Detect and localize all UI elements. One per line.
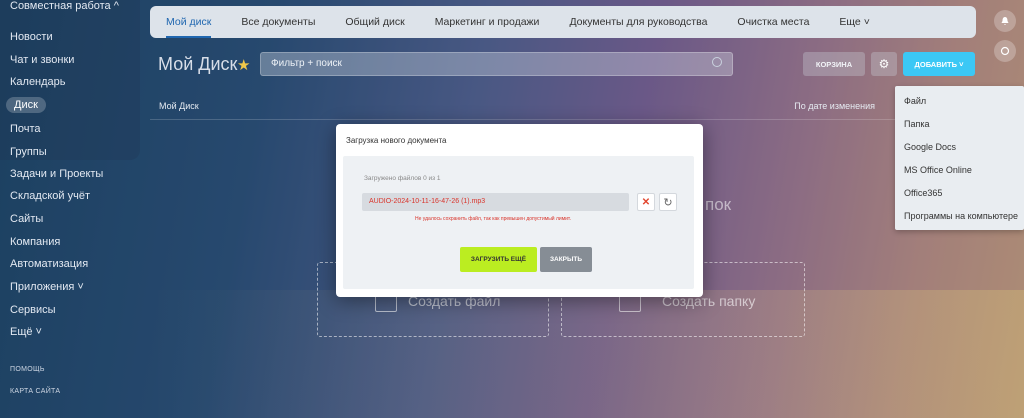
sidebar-item-disk[interactable]: Диск bbox=[6, 97, 46, 113]
dialog-body: Загружено файлов 0 из 1 AUDIO-2024-10-11… bbox=[343, 156, 694, 289]
menu-item-office365[interactable]: Office365 bbox=[904, 188, 942, 198]
sidebar-item-tasks[interactable]: Задачи и Проекты bbox=[6, 166, 107, 182]
sidebar-item-collaboration[interactable]: Совместная работа ^ bbox=[6, 0, 123, 14]
tab-management-docs[interactable]: Документы для руководства bbox=[569, 16, 707, 28]
close-button[interactable]: ЗАКРЫТЬ bbox=[540, 247, 592, 272]
add-dropdown-menu: Файл Папка Google Docs MS Office Online … bbox=[895, 86, 1024, 230]
filter-search-input[interactable]: Фильтр + поиск bbox=[260, 52, 733, 76]
tab-shared-disk[interactable]: Общий диск bbox=[345, 16, 404, 28]
upload-more-button[interactable]: ЗАГРУЗИТЬ ЕЩЁ bbox=[460, 247, 537, 272]
disk-tabs-bar: Мой диск Все документы Общий диск Маркет… bbox=[150, 6, 976, 38]
page-title: Мой Диск bbox=[158, 54, 238, 74]
retry-icon[interactable]: ↻ bbox=[659, 193, 677, 211]
dialog-title: Загрузка нового документа bbox=[346, 136, 447, 145]
bell-icon[interactable] bbox=[994, 10, 1016, 32]
sidebar-item-news[interactable]: Новости bbox=[6, 29, 57, 45]
sitemap-link[interactable]: КАРТА САЙТА bbox=[6, 386, 64, 397]
tab-all-documents[interactable]: Все документы bbox=[241, 16, 315, 28]
sort-by-date[interactable]: По дате изменения bbox=[794, 101, 875, 111]
tab-my-disk[interactable]: Мой диск bbox=[166, 16, 212, 38]
menu-item-google-docs[interactable]: Google Docs bbox=[904, 142, 956, 152]
sidebar-item-automation[interactable]: Автоматизация bbox=[6, 256, 92, 272]
file-name: AUDIO-2024-10-11-16-47-26 (1).mp3 bbox=[362, 193, 629, 211]
trash-button[interactable]: КОРЗИНА bbox=[803, 52, 865, 76]
tab-more[interactable]: Еще ˅ bbox=[839, 16, 869, 28]
file-row: AUDIO-2024-10-11-16-47-26 (1).mp3 ✕ ↻ bbox=[362, 193, 684, 215]
star-icon[interactable]: ★ bbox=[237, 56, 250, 74]
sidebar-item-mail[interactable]: Почта bbox=[6, 121, 45, 137]
search-icon[interactable] bbox=[712, 57, 722, 67]
sidebar-item-more[interactable]: Ещё ˅ bbox=[6, 324, 46, 340]
sidebar-item-groups[interactable]: Группы bbox=[6, 144, 51, 160]
add-button[interactable]: ДОБАВИТЬ ˅ bbox=[903, 52, 975, 76]
menu-item-ms-office-online[interactable]: MS Office Online bbox=[904, 165, 972, 175]
sidebar-item-inventory[interactable]: Складской учёт bbox=[6, 188, 94, 204]
menu-item-desktop-apps[interactable]: Программы на компьютере bbox=[904, 211, 1018, 221]
close-icon[interactable]: ✕ bbox=[637, 193, 655, 211]
upload-error: Не удалось сохранить файл, так как превы… bbox=[415, 216, 572, 222]
breadcrumb-row: Мой Диск По дате изменения bbox=[150, 94, 895, 120]
upload-dialog: Загрузка нового документа Загружено файл… bbox=[336, 124, 703, 297]
sidebar-item-services[interactable]: Сервисы bbox=[6, 302, 60, 318]
breadcrumb[interactable]: Мой Диск bbox=[159, 101, 199, 111]
sidebar-item-company[interactable]: Компания bbox=[6, 234, 64, 250]
empty-state-text: пок bbox=[705, 195, 732, 214]
sidebar-item-calendar[interactable]: Календарь bbox=[6, 74, 70, 90]
filter-placeholder: Фильтр + поиск bbox=[271, 58, 342, 69]
left-sidebar: Совместная работа ^ Новости Чат и звонки… bbox=[0, 0, 150, 418]
menu-item-folder[interactable]: Папка bbox=[904, 119, 930, 129]
tab-marketing[interactable]: Маркетинг и продажи bbox=[435, 16, 540, 28]
sidebar-item-chat[interactable]: Чат и звонки bbox=[6, 52, 78, 68]
menu-item-file[interactable]: Файл bbox=[904, 96, 926, 106]
chat-icon[interactable] bbox=[994, 40, 1016, 62]
help-link[interactable]: ПОМОЩЬ bbox=[6, 364, 49, 375]
sidebar-item-sites[interactable]: Сайты bbox=[6, 211, 47, 227]
tab-cleanup[interactable]: Очистка места bbox=[737, 16, 809, 28]
gear-icon[interactable]: ⚙ bbox=[871, 52, 897, 76]
upload-counter: Загружено файлов 0 из 1 bbox=[364, 175, 441, 182]
sidebar-item-apps[interactable]: Приложения ˅ bbox=[6, 279, 88, 295]
